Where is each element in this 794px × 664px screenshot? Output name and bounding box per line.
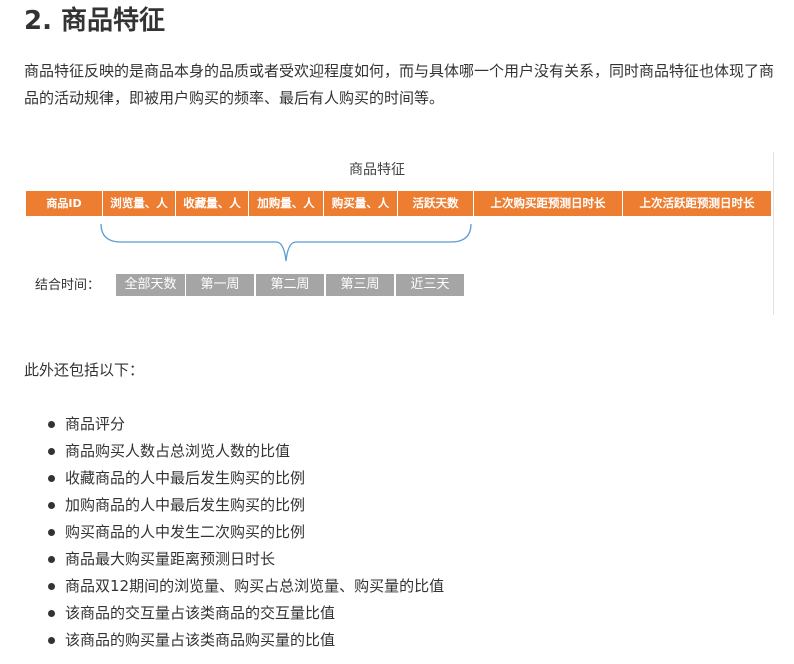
bullet-icon xyxy=(48,556,55,563)
list-item: 商品双12期间的浏览量、购买占总浏览量、购买量的比值 xyxy=(48,573,444,600)
list-item: 商品购买人数占总浏览人数的比值 xyxy=(48,438,444,465)
bullet-icon xyxy=(48,421,55,428)
list-item: 加购商品的人中最后发生购买的比例 xyxy=(48,492,444,519)
period-cell: 第二周 xyxy=(255,274,324,296)
feature-cell: 加购量、人 xyxy=(248,191,323,216)
list-item-text: 该商品的购买量占该类商品购买量的比值 xyxy=(65,631,336,649)
list-item-text: 购买商品的人中发生二次购买的比例 xyxy=(65,523,306,541)
list-item: 商品最大购买量距离预测日时长 xyxy=(48,546,444,573)
list-item-text: 商品评分 xyxy=(65,415,126,433)
period-cell: 第三周 xyxy=(325,274,394,296)
list-item: 该商品的购买量占该类商品购买量的比值 xyxy=(48,627,444,654)
feature-cell: 购买量、人 xyxy=(323,191,397,216)
list-item-text: 商品最大购买量距离预测日时长 xyxy=(65,550,276,568)
combine-time-label: 结合时间： xyxy=(35,278,101,293)
diagram-title: 商品特征 xyxy=(349,162,405,178)
bullet-icon xyxy=(48,583,55,590)
list-item: 购买商品的人中发生二次购买的比例 xyxy=(48,519,444,546)
period-cell: 近三天 xyxy=(395,274,464,296)
bullet-icon xyxy=(48,448,55,455)
list-item: 该商品的交互量占该类商品的交互量比值 xyxy=(48,600,444,627)
bullet-icon xyxy=(48,475,55,482)
feature-cell: 上次活跃距预测日时长 xyxy=(622,191,771,216)
list-item-text: 商品购买人数占总浏览人数的比值 xyxy=(65,442,291,460)
brace-icon xyxy=(100,223,472,262)
feature-cell: 收藏量、人 xyxy=(175,191,248,216)
figure-border xyxy=(773,152,774,315)
intro-paragraph: 商品特征反映的是商品本身的品质或者受欢迎程度如何，而与具体哪一个用户没有关系，同… xyxy=(24,62,775,107)
feature-diagram: 商品特征 商品ID 浏览量、人 收藏量、人 加购量、人 购买量、人 活跃天数 上… xyxy=(24,150,774,315)
list-item-text: 该商品的交互量占该类商品的交互量比值 xyxy=(65,604,336,622)
feature-cell: 上次购买距预测日时长 xyxy=(473,191,622,216)
bullet-icon xyxy=(48,502,55,509)
period-cell: 全部天数 xyxy=(116,274,185,296)
list-item: 收藏商品的人中最后发生购买的比例 xyxy=(48,465,444,492)
feature-cell: 浏览量、人 xyxy=(102,191,175,216)
list-item-text: 商品双12期间的浏览量、购买占总浏览量、购买量的比值 xyxy=(65,577,445,595)
period-cell: 第一周 xyxy=(185,274,254,296)
feature-cell: 商品ID xyxy=(26,191,102,216)
list-intro: 此外还包括以下： xyxy=(24,361,145,379)
feature-list: 商品评分 商品购买人数占总浏览人数的比值 收藏商品的人中最后发生购买的比例 加购… xyxy=(48,411,444,654)
list-item: 商品评分 xyxy=(48,411,444,438)
bullet-icon xyxy=(48,637,55,644)
section-heading: 2. 商品特征 xyxy=(24,6,166,36)
bullet-icon xyxy=(48,610,55,617)
list-item-text: 加购商品的人中最后发生购买的比例 xyxy=(65,496,306,514)
bullet-icon xyxy=(48,529,55,536)
feature-cell: 活跃天数 xyxy=(397,191,473,216)
list-item-text: 收藏商品的人中最后发生购买的比例 xyxy=(65,469,306,487)
